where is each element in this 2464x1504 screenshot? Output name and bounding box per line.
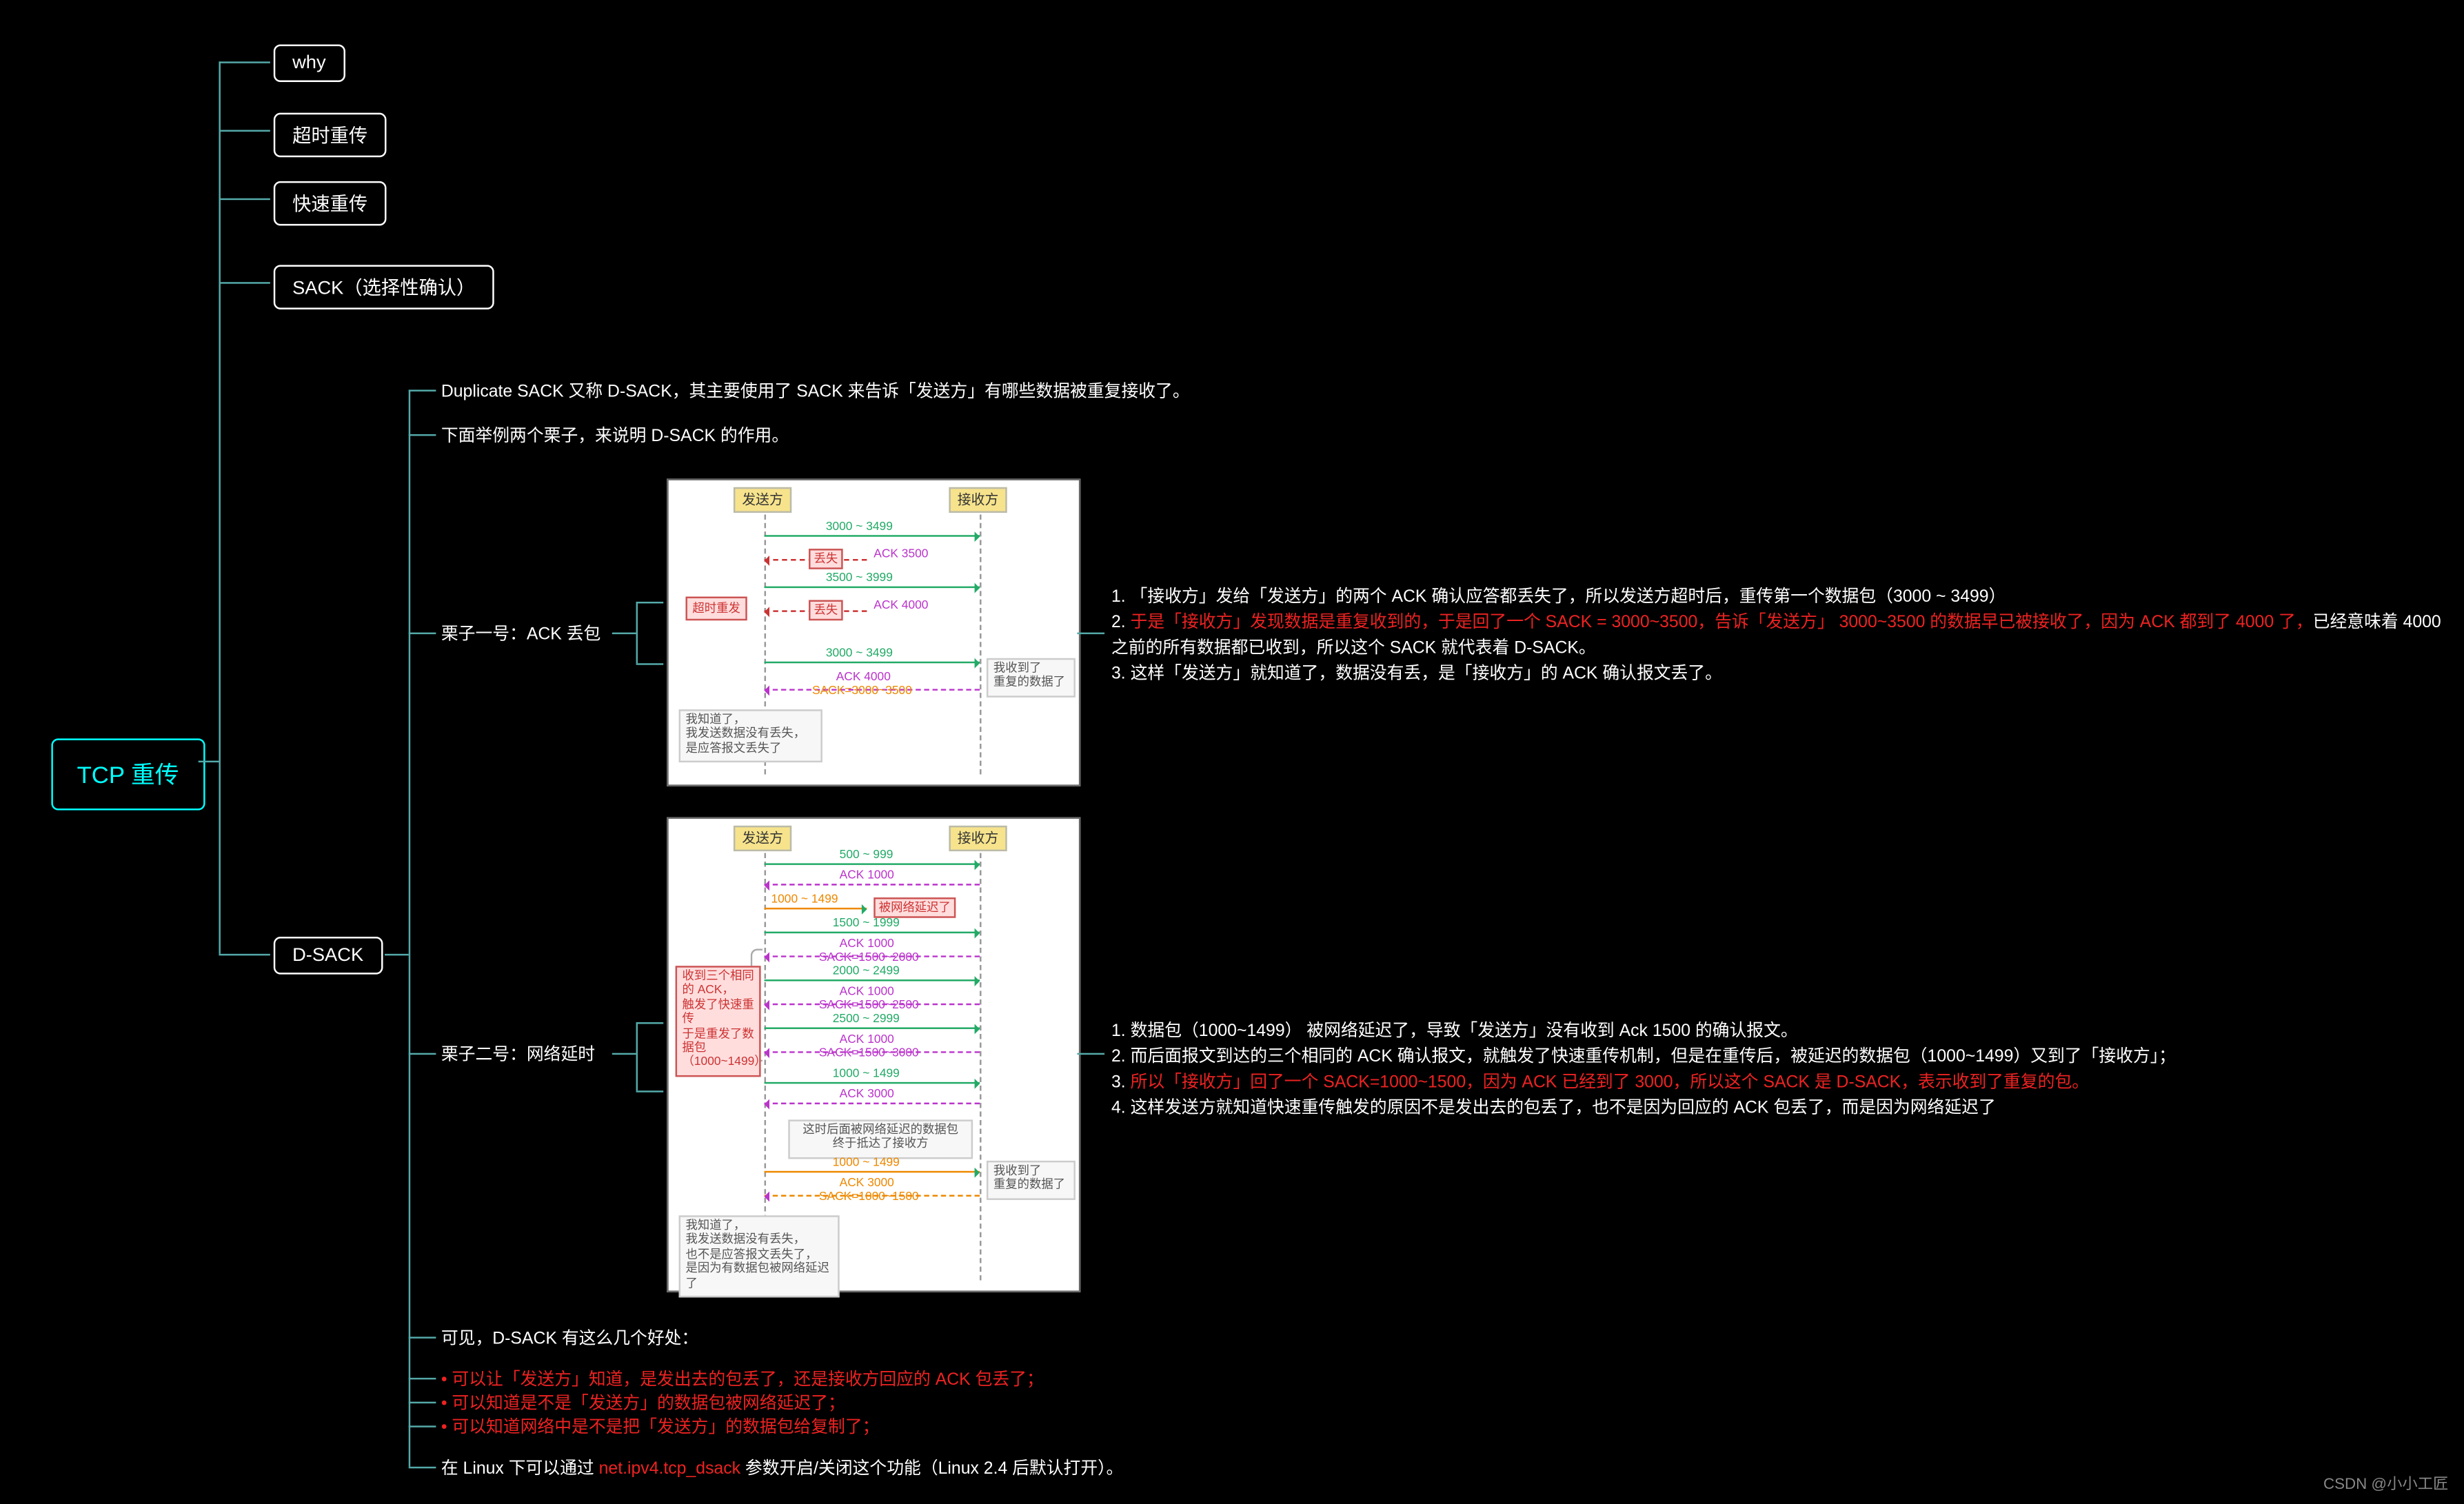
- edge: [1077, 633, 1104, 634]
- edge: [409, 1425, 436, 1427]
- edge: [409, 389, 410, 1466]
- fig1-right-note: 我收到了 重复的数据了: [987, 658, 1076, 697]
- edge: [1077, 1053, 1104, 1055]
- fig1-retry-tag: 超时重发: [685, 597, 747, 621]
- fig1-receiver-hdr: 接收方: [949, 487, 1007, 513]
- edge: [219, 954, 270, 955]
- edge: [409, 633, 436, 634]
- fig1-left-note: 我知道了， 我发送数据没有丢失， 是应答报文丢失了: [679, 709, 822, 762]
- node-case1: 栗子一号：ACK 丢包: [441, 622, 600, 648]
- case2-explain: 1. 数据包（1000~1499） 被网络延迟了，导致「发送方」没有收到 Ack…: [1111, 1019, 2445, 1121]
- edge: [409, 389, 436, 391]
- edge: [636, 602, 638, 663]
- edge: [219, 130, 270, 131]
- figure-net-delay: 发送方 接收方 500 ~ 999 ACK 1000 1000 ~ 1499被网…: [667, 817, 1080, 1292]
- edge: [612, 633, 636, 634]
- edge: [409, 1402, 436, 1403]
- node-dsack: D-SACK: [274, 937, 383, 975]
- node-why: why: [274, 44, 345, 82]
- edge: [409, 434, 436, 436]
- case1-explain: 1. 「接收方」发给「发送方」的两个 ACK 确认应答都丢失了，所以发送方超时后…: [1111, 585, 2445, 687]
- node-case2: 栗子二号：网络延时: [441, 1043, 595, 1068]
- edge: [636, 602, 664, 603]
- benefit-2: • 可以知道是不是「发送方」的数据包被网络延迟了；: [441, 1392, 845, 1417]
- benefit-1: • 可以让「发送方」知道，是发出去的包丢了，还是接收方回应的 ACK 包丢了；: [441, 1368, 1044, 1393]
- fig2-receiver-hdr: 接收方: [949, 826, 1007, 851]
- edge: [636, 1022, 664, 1024]
- linux-note: 在 Linux 下可以通过 net.ipv4.tcp_dsack 参数开启/关闭…: [441, 1456, 1124, 1482]
- node-sack: SACK（选择性确认）: [274, 265, 494, 309]
- node-timeout: 超时重传: [274, 113, 387, 157]
- edge: [219, 61, 220, 954]
- figure-ack-loss: 发送方 接收方 3000 ~ 3499 丢失ACK 3500 3500 ~ 39…: [667, 478, 1080, 786]
- fig2-left-note: 我知道了， 我发送数据没有丢失， 也不是应答报文丢失了， 是因为有数据包被网络延…: [679, 1215, 840, 1297]
- edge: [409, 1337, 436, 1338]
- root-node: TCP 重传: [51, 738, 204, 810]
- edge: [409, 1378, 436, 1379]
- benefit-3: • 可以知道网络中是不是把「发送方」的数据包给复制了；: [441, 1415, 880, 1441]
- edge: [199, 761, 219, 762]
- edge: [219, 199, 270, 200]
- fig1-sender-hdr: 发送方: [734, 487, 791, 513]
- edge: [409, 1053, 436, 1055]
- edge: [219, 282, 270, 283]
- edge: [385, 954, 409, 955]
- edge: [409, 1467, 436, 1468]
- dsack-intro-2: 下面举例两个栗子，来说明 D-SACK 的作用。: [441, 424, 789, 449]
- node-fast: 快速重传: [274, 181, 387, 225]
- fig2-brace-note: 收到三个相同的 ACK， 触发了快速重传 于是重发了数据包 （1000~1499…: [676, 966, 761, 1077]
- watermark: CSDN @小小工匠: [2323, 1472, 2448, 1494]
- fig2-right-note: 我收到了 重复的数据了: [987, 1161, 1076, 1199]
- edge: [636, 663, 664, 664]
- fig2-sender-hdr: 发送方: [734, 826, 791, 851]
- edge: [636, 1090, 664, 1092]
- edge: [636, 1022, 638, 1090]
- dsack-intro-1: Duplicate SACK 又称 D-SACK，其主要使用了 SACK 来告诉…: [441, 380, 1190, 405]
- edge: [219, 61, 270, 63]
- benefits-header: 可见，D-SACK 有这么几个好处：: [441, 1326, 698, 1352]
- edge: [612, 1053, 636, 1055]
